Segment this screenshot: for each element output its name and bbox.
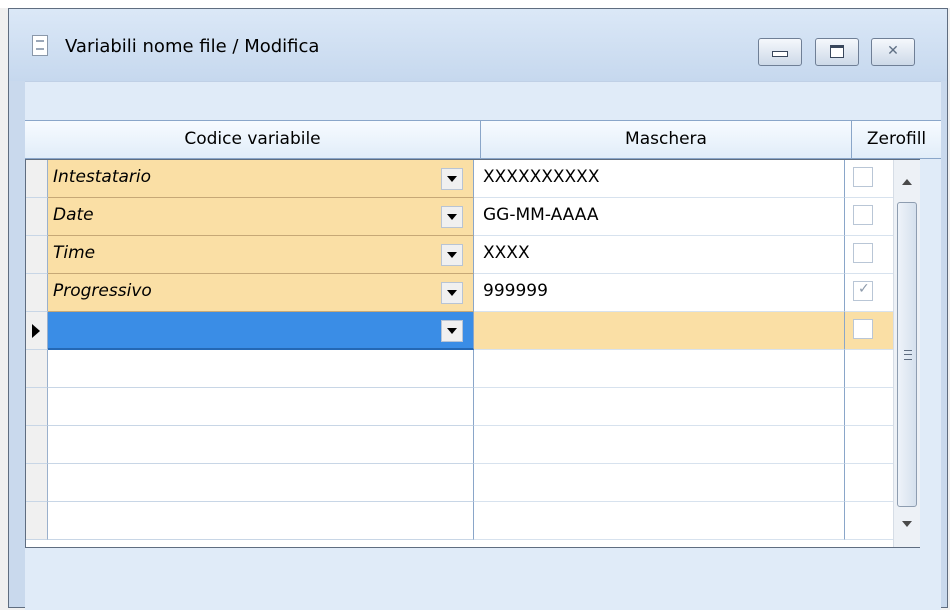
- row-selector[interactable]: [26, 236, 48, 274]
- mask-cell[interactable]: [474, 464, 845, 502]
- code-cell[interactable]: [48, 464, 474, 502]
- scrollbar-grip-icon: [904, 350, 912, 360]
- row-selector[interactable]: [26, 274, 48, 312]
- mask-cell[interactable]: 999999: [474, 274, 845, 312]
- table-row[interactable]: [26, 350, 893, 388]
- mask-cell[interactable]: [474, 312, 845, 350]
- zerofill-cell[interactable]: [845, 350, 893, 388]
- title-bar: Variabili nome file / Modifica ✕: [9, 9, 947, 81]
- zerofill-cell[interactable]: [845, 426, 893, 464]
- zerofill-checkbox[interactable]: [853, 319, 873, 339]
- minimize-icon: [772, 51, 788, 57]
- mask-cell[interactable]: [474, 388, 845, 426]
- vertical-scrollbar[interactable]: [893, 160, 920, 547]
- window-title: Variabili nome file / Modifica: [65, 36, 320, 57]
- code-cell[interactable]: [48, 312, 474, 350]
- minimize-button[interactable]: [758, 38, 802, 66]
- zerofill-cell[interactable]: [845, 388, 893, 426]
- code-cell[interactable]: [48, 502, 474, 540]
- table-row[interactable]: Date GG-MM-AAAA: [26, 198, 893, 236]
- variable-code: Time: [53, 243, 96, 263]
- edit-window: Variabili nome file / Modifica ✕ Codice …: [8, 8, 948, 610]
- variable-code: Date: [53, 205, 94, 225]
- row-pointer-icon: [32, 324, 40, 338]
- code-cell[interactable]: Progressivo: [48, 274, 474, 312]
- code-cell[interactable]: Intestatario: [48, 160, 474, 198]
- zerofill-checkbox[interactable]: [853, 281, 873, 301]
- zerofill-cell[interactable]: [845, 236, 893, 274]
- zerofill-cell[interactable]: [845, 274, 893, 312]
- scroll-down-icon[interactable]: [898, 515, 916, 533]
- mask-cell[interactable]: GG-MM-AAAA: [474, 198, 845, 236]
- zerofill-cell[interactable]: [845, 160, 893, 198]
- row-selector[interactable]: [26, 350, 48, 388]
- column-header-zerofill[interactable]: Zerofill: [852, 121, 941, 158]
- variable-code: Intestatario: [53, 167, 152, 187]
- variables-grid: Intestatario XXXXXXXXXX Date GG-MM-AAAA …: [25, 159, 920, 548]
- mask-cell[interactable]: [474, 502, 845, 540]
- zerofill-cell[interactable]: [845, 502, 893, 540]
- mask-cell[interactable]: XXXX: [474, 236, 845, 274]
- table-row[interactable]: [26, 388, 893, 426]
- table-row[interactable]: [26, 312, 893, 350]
- table-row[interactable]: [26, 426, 893, 464]
- code-cell[interactable]: Date: [48, 198, 474, 236]
- dropdown-arrow-icon[interactable]: [441, 244, 463, 266]
- maximize-icon: [830, 45, 844, 58]
- mask-value: XXXXXXXXXX: [483, 167, 600, 187]
- row-selector[interactable]: [26, 160, 48, 198]
- mask-cell[interactable]: [474, 426, 845, 464]
- mask-cell[interactable]: [474, 350, 845, 388]
- zerofill-checkbox[interactable]: [853, 243, 873, 263]
- row-selector[interactable]: [26, 502, 48, 540]
- code-cell[interactable]: [48, 426, 474, 464]
- row-selector[interactable]: [26, 198, 48, 236]
- grid-header: Codice variabile Maschera Zerofill: [25, 120, 941, 159]
- mask-value: 999999: [483, 281, 548, 301]
- row-selector[interactable]: [26, 426, 48, 464]
- mask-value: XXXX: [483, 243, 530, 263]
- zerofill-checkbox[interactable]: [853, 167, 873, 187]
- close-button[interactable]: ✕: [871, 38, 915, 66]
- code-cell[interactable]: Time: [48, 236, 474, 274]
- scrollbar-thumb[interactable]: [897, 202, 917, 507]
- variable-code: Progressivo: [53, 281, 152, 301]
- row-selector[interactable]: [26, 388, 48, 426]
- column-header-codice-variabile[interactable]: Codice variabile: [25, 121, 481, 158]
- table-row[interactable]: [26, 502, 893, 540]
- row-selector[interactable]: [26, 464, 48, 502]
- table-row[interactable]: [26, 464, 893, 502]
- table-row[interactable]: Progressivo 999999: [26, 274, 893, 312]
- table-row[interactable]: Time XXXX: [26, 236, 893, 274]
- code-cell[interactable]: [48, 388, 474, 426]
- dropdown-arrow-icon[interactable]: [441, 206, 463, 228]
- code-cell[interactable]: [48, 350, 474, 388]
- dropdown-arrow-icon[interactable]: [441, 168, 463, 190]
- zerofill-cell[interactable]: [845, 198, 893, 236]
- zerofill-checkbox[interactable]: [853, 205, 873, 225]
- mask-value: GG-MM-AAAA: [483, 205, 599, 225]
- scroll-up-icon[interactable]: [898, 173, 916, 191]
- bottom-empty-area: [25, 549, 941, 601]
- dropdown-arrow-icon[interactable]: [441, 320, 463, 342]
- top-page-strip: [0, 0, 950, 8]
- zerofill-cell[interactable]: [845, 464, 893, 502]
- maximize-button[interactable]: [815, 38, 859, 66]
- document-icon: [32, 35, 48, 56]
- close-icon: ✕: [887, 43, 899, 59]
- row-selector[interactable]: [26, 312, 48, 350]
- zerofill-cell[interactable]: [845, 312, 893, 350]
- mask-cell[interactable]: XXXXXXXXXX: [474, 160, 845, 198]
- table-row[interactable]: Intestatario XXXXXXXXXX: [26, 160, 893, 198]
- dropdown-arrow-icon[interactable]: [441, 282, 463, 304]
- column-header-maschera[interactable]: Maschera: [481, 121, 852, 158]
